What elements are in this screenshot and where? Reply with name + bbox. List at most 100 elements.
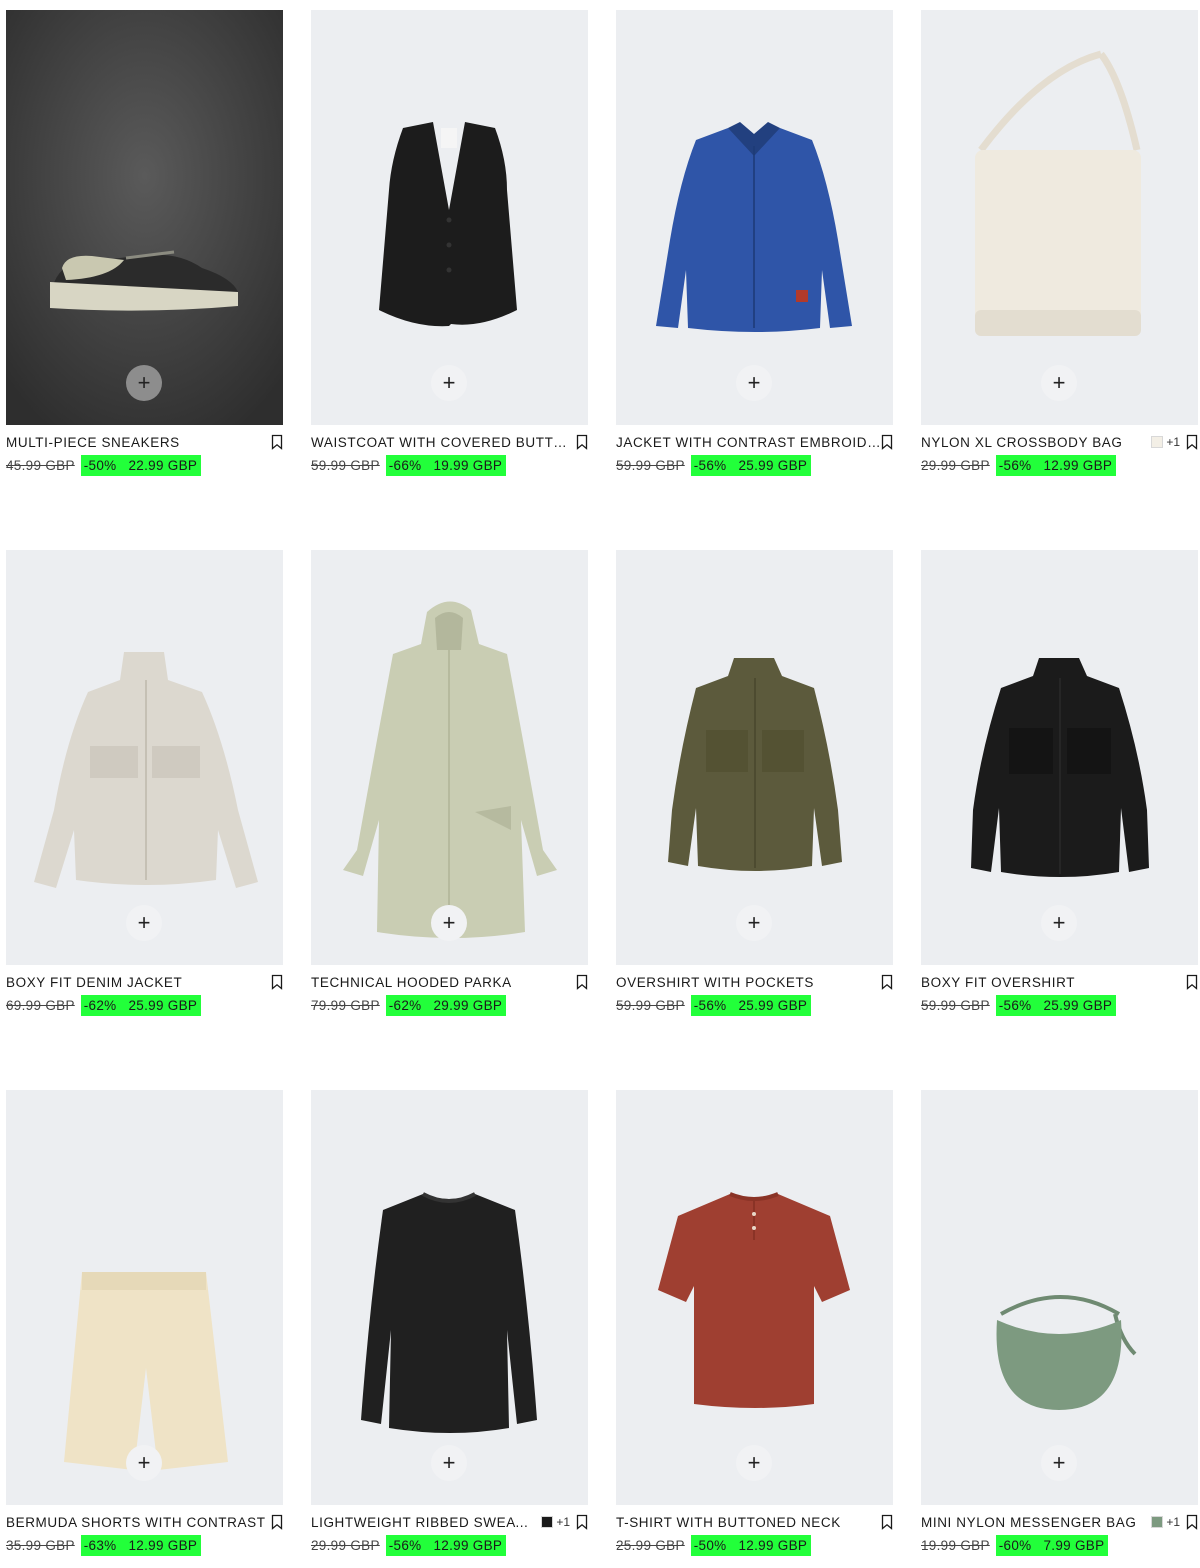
tshirt-image: [616, 1090, 893, 1505]
product-image[interactable]: +: [6, 1090, 283, 1505]
sale-badge: -56% 25.99 GBP: [690, 994, 812, 1016]
add-to-bag-button[interactable]: +: [126, 365, 162, 401]
product-name[interactable]: MINI NYLON MESSENGER BAG: [921, 1515, 1145, 1530]
product-card[interactable]: + BOXY FIT DENIM JACKET 69.99 GBP -62% 2…: [6, 550, 283, 1028]
sale-badge: -56% 25.99 GBP: [995, 994, 1117, 1016]
add-to-bag-button[interactable]: +: [736, 905, 772, 941]
plus-icon: +: [137, 910, 151, 935]
product-name[interactable]: BOXY FIT DENIM JACKET: [6, 975, 271, 990]
plus-icon: +: [442, 1450, 456, 1475]
sale-price: 25.99 GBP: [1043, 997, 1113, 1013]
add-to-bag-button[interactable]: +: [736, 365, 772, 401]
product-image[interactable]: +: [921, 1090, 1198, 1505]
add-to-bag-button[interactable]: +: [1041, 365, 1077, 401]
bookmark-icon[interactable]: [271, 1514, 283, 1530]
product-name[interactable]: MULTI-PIECE SNEAKERS: [6, 435, 271, 450]
discount-percent: -66%: [388, 457, 422, 473]
sale-price: 12.99 GBP: [738, 1537, 808, 1553]
bookmark-icon[interactable]: [1186, 1514, 1198, 1530]
product-card[interactable]: + MINI NYLON MESSENGER BAG +1 19.99 GBP …: [921, 1090, 1198, 1568]
product-name[interactable]: BOXY FIT OVERSHIRT: [921, 975, 1186, 990]
sale-badge: -56% 12.99 GBP: [385, 1534, 507, 1556]
product-image[interactable]: +: [311, 1090, 588, 1505]
color-swatch[interactable]: [541, 1516, 554, 1528]
color-swatch[interactable]: [1151, 436, 1164, 448]
sale-badge: -63% 12.99 GBP: [80, 1534, 202, 1556]
bookmark-icon[interactable]: [881, 974, 893, 990]
discount-percent: -50%: [83, 457, 117, 473]
product-image[interactable]: +: [616, 1090, 893, 1505]
bookmark-icon[interactable]: [576, 434, 588, 450]
product-card[interactable]: + JACKET WITH CONTRAST EMBROIDERY 59.99 …: [616, 10, 893, 488]
product-image[interactable]: +: [616, 10, 893, 425]
product-card[interactable]: + WAISTCOAT WITH COVERED BUTTONS 59.99 G…: [311, 10, 588, 488]
product-info: MINI NYLON MESSENGER BAG +1 19.99 GBP -6…: [921, 1512, 1198, 1564]
product-image[interactable]: +: [921, 10, 1198, 425]
sale-badge: -50% 12.99 GBP: [690, 1534, 812, 1556]
product-card[interactable]: + TECHNICAL HOODED PARKA 79.99 GBP -62% …: [311, 550, 588, 1028]
add-to-bag-button[interactable]: +: [1041, 905, 1077, 941]
product-name[interactable]: BERMUDA SHORTS WITH CONTRAST: [6, 1515, 271, 1530]
original-price: 59.99 GBP: [616, 997, 685, 1013]
bookmark-icon[interactable]: [881, 1514, 893, 1530]
add-to-bag-button[interactable]: +: [1041, 1445, 1077, 1481]
product-image[interactable]: +: [616, 550, 893, 965]
product-image[interactable]: +: [311, 550, 588, 965]
product-info: BERMUDA SHORTS WITH CONTRAST 35.99 GBP -…: [6, 1512, 283, 1564]
original-price: 45.99 GBP: [6, 457, 75, 473]
product-card[interactable]: + BERMUDA SHORTS WITH CONTRAST 35.99 GBP…: [6, 1090, 283, 1568]
product-name[interactable]: OVERSHIRT WITH POCKETS: [616, 975, 881, 990]
bookmark-icon[interactable]: [576, 974, 588, 990]
product-card[interactable]: + MULTI-PIECE SNEAKERS 45.99 GBP -50% 22…: [6, 10, 283, 488]
sale-price: 25.99 GBP: [128, 997, 198, 1013]
add-to-bag-button[interactable]: +: [431, 905, 467, 941]
bookmark-icon[interactable]: [271, 434, 283, 450]
product-name[interactable]: NYLON XL CROSSBODY BAG: [921, 435, 1145, 450]
more-colors-count: +1: [1166, 435, 1180, 449]
original-price: 59.99 GBP: [616, 457, 685, 473]
sale-price: 12.99 GBP: [128, 1537, 198, 1553]
product-image[interactable]: +: [311, 10, 588, 425]
add-to-bag-button[interactable]: +: [126, 905, 162, 941]
product-card[interactable]: + BOXY FIT OVERSHIRT 59.99 GBP -56% 25.9…: [921, 550, 1198, 1028]
discount-percent: -62%: [83, 997, 117, 1013]
product-name[interactable]: T-SHIRT WITH BUTTONED NECK: [616, 1515, 881, 1530]
product-image[interactable]: +: [921, 550, 1198, 965]
add-to-bag-button[interactable]: +: [431, 365, 467, 401]
product-image[interactable]: +: [6, 10, 283, 425]
color-swatch[interactable]: [1151, 1516, 1164, 1528]
plus-icon: +: [1052, 1450, 1066, 1475]
bookmark-icon[interactable]: [576, 1514, 588, 1530]
product-info: WAISTCOAT WITH COVERED BUTTONS 59.99 GBP…: [311, 432, 588, 484]
product-card[interactable]: + LIGHTWEIGHT RIBBED SWEATER +1 29.99 GB…: [311, 1090, 588, 1568]
parka-image: [311, 550, 588, 965]
sale-badge: -62% 25.99 GBP: [80, 994, 202, 1016]
product-name[interactable]: TECHNICAL HOODED PARKA: [311, 975, 576, 990]
add-to-bag-button[interactable]: +: [736, 1445, 772, 1481]
product-name[interactable]: JACKET WITH CONTRAST EMBROIDERY: [616, 435, 881, 450]
discount-percent: -56%: [998, 457, 1032, 473]
bookmark-icon[interactable]: [271, 974, 283, 990]
product-card[interactable]: + NYLON XL CROSSBODY BAG +1 29.99 GBP -5…: [921, 10, 1198, 488]
product-card[interactable]: + OVERSHIRT WITH POCKETS 59.99 GBP -56% …: [616, 550, 893, 1028]
waistcoat-image: [311, 10, 588, 425]
original-price: 29.99 GBP: [921, 457, 990, 473]
bookmark-icon[interactable]: [881, 434, 893, 450]
product-card[interactable]: + T-SHIRT WITH BUTTONED NECK 25.99 GBP -…: [616, 1090, 893, 1568]
black-overshirt-image: [921, 550, 1198, 965]
bookmark-icon[interactable]: [1186, 434, 1198, 450]
more-colors-count: +1: [556, 1515, 570, 1529]
plus-icon: +: [1052, 910, 1066, 935]
plus-icon: +: [1052, 370, 1066, 395]
original-price: 35.99 GBP: [6, 1537, 75, 1553]
bookmark-icon[interactable]: [1186, 974, 1198, 990]
sale-badge: -50% 22.99 GBP: [80, 454, 202, 476]
add-to-bag-button[interactable]: +: [431, 1445, 467, 1481]
product-image[interactable]: +: [6, 550, 283, 965]
sale-price: 7.99 GBP: [1043, 1537, 1105, 1553]
product-name[interactable]: WAISTCOAT WITH COVERED BUTTONS: [311, 435, 576, 450]
green-bag-image: [921, 1090, 1198, 1505]
add-to-bag-button[interactable]: +: [126, 1445, 162, 1481]
original-price: 79.99 GBP: [311, 997, 380, 1013]
product-name[interactable]: LIGHTWEIGHT RIBBED SWEATER: [311, 1515, 535, 1530]
